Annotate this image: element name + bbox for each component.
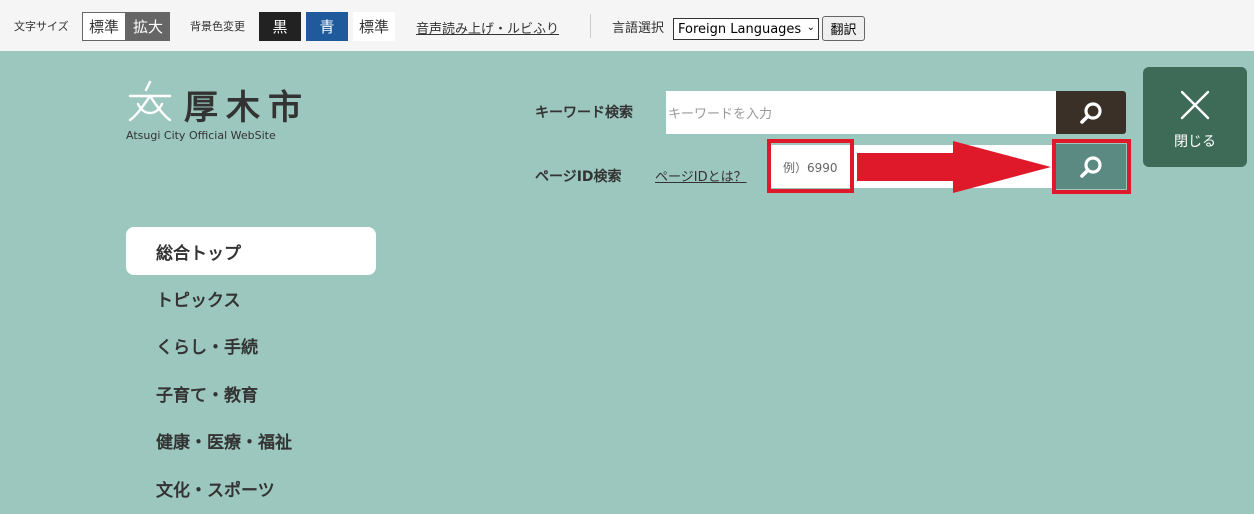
pageid-search-label: ページID検索 — [535, 169, 622, 185]
bg-color-label: 背景色変更 — [190, 20, 245, 33]
bg-black-button[interactable]: 黒 — [259, 12, 301, 41]
site-title[interactable]: 厚木市 — [184, 80, 310, 129]
red-arrow-icon — [857, 141, 1051, 193]
chevron-down-icon: ⌄ — [806, 22, 815, 33]
close-button[interactable]: 閉じる — [1143, 67, 1247, 167]
nav-item-culture[interactable]: 文化・スポーツ — [126, 464, 376, 512]
voice-ruby-link[interactable]: 音声読み上げ・ルビふり — [416, 18, 559, 37]
atsugi-city-logo-icon[interactable] — [126, 80, 174, 122]
keyword-placeholder: キーワードを入力 — [668, 107, 773, 122]
bg-standard-button[interactable]: 標準 — [353, 12, 395, 41]
language-select[interactable]: Foreign Languages ⌄ — [673, 18, 819, 40]
close-label: 閉じる — [1174, 134, 1216, 150]
keyword-search-label: キーワード検索 — [535, 105, 633, 121]
pageid-button-highlight — [1052, 139, 1131, 194]
bg-blue-button[interactable]: 青 — [306, 12, 348, 41]
nav-item-topics[interactable]: トピックス — [126, 274, 376, 322]
font-size-label: 文字サイズ — [14, 20, 69, 33]
magnifier-icon — [1080, 101, 1102, 124]
nav-item-top[interactable]: 総合トップ — [126, 227, 376, 275]
language-selected-value: Foreign Languages — [678, 21, 802, 37]
close-x-icon — [1180, 90, 1210, 120]
language-label: 言語選択 — [612, 21, 665, 36]
font-size-standard-button[interactable]: 標準 — [82, 12, 126, 41]
nav-item-health[interactable]: 健康・医療・福祉 — [126, 416, 376, 464]
font-size-large-button[interactable]: 拡大 — [126, 12, 170, 41]
translate-button[interactable]: 翻訳 — [822, 16, 865, 41]
site-subtitle: Atsugi City Official WebSite — [126, 129, 276, 142]
utility-bar: 文字サイズ 標準 拡大 背景色変更 黒 青 標準 音声読み上げ・ルビふり 言語選… — [0, 0, 1254, 51]
nav-item-living[interactable]: くらし・手続 — [126, 321, 376, 369]
keyword-search-input[interactable]: キーワードを入力 — [666, 91, 1056, 134]
keyword-search-button[interactable] — [1056, 91, 1126, 134]
divider — [590, 14, 591, 38]
pageid-help-link[interactable]: ページIDとは？ — [655, 166, 747, 185]
pageid-input-highlight — [767, 139, 854, 193]
nav-item-childcare[interactable]: 子育て・教育 — [126, 369, 376, 417]
